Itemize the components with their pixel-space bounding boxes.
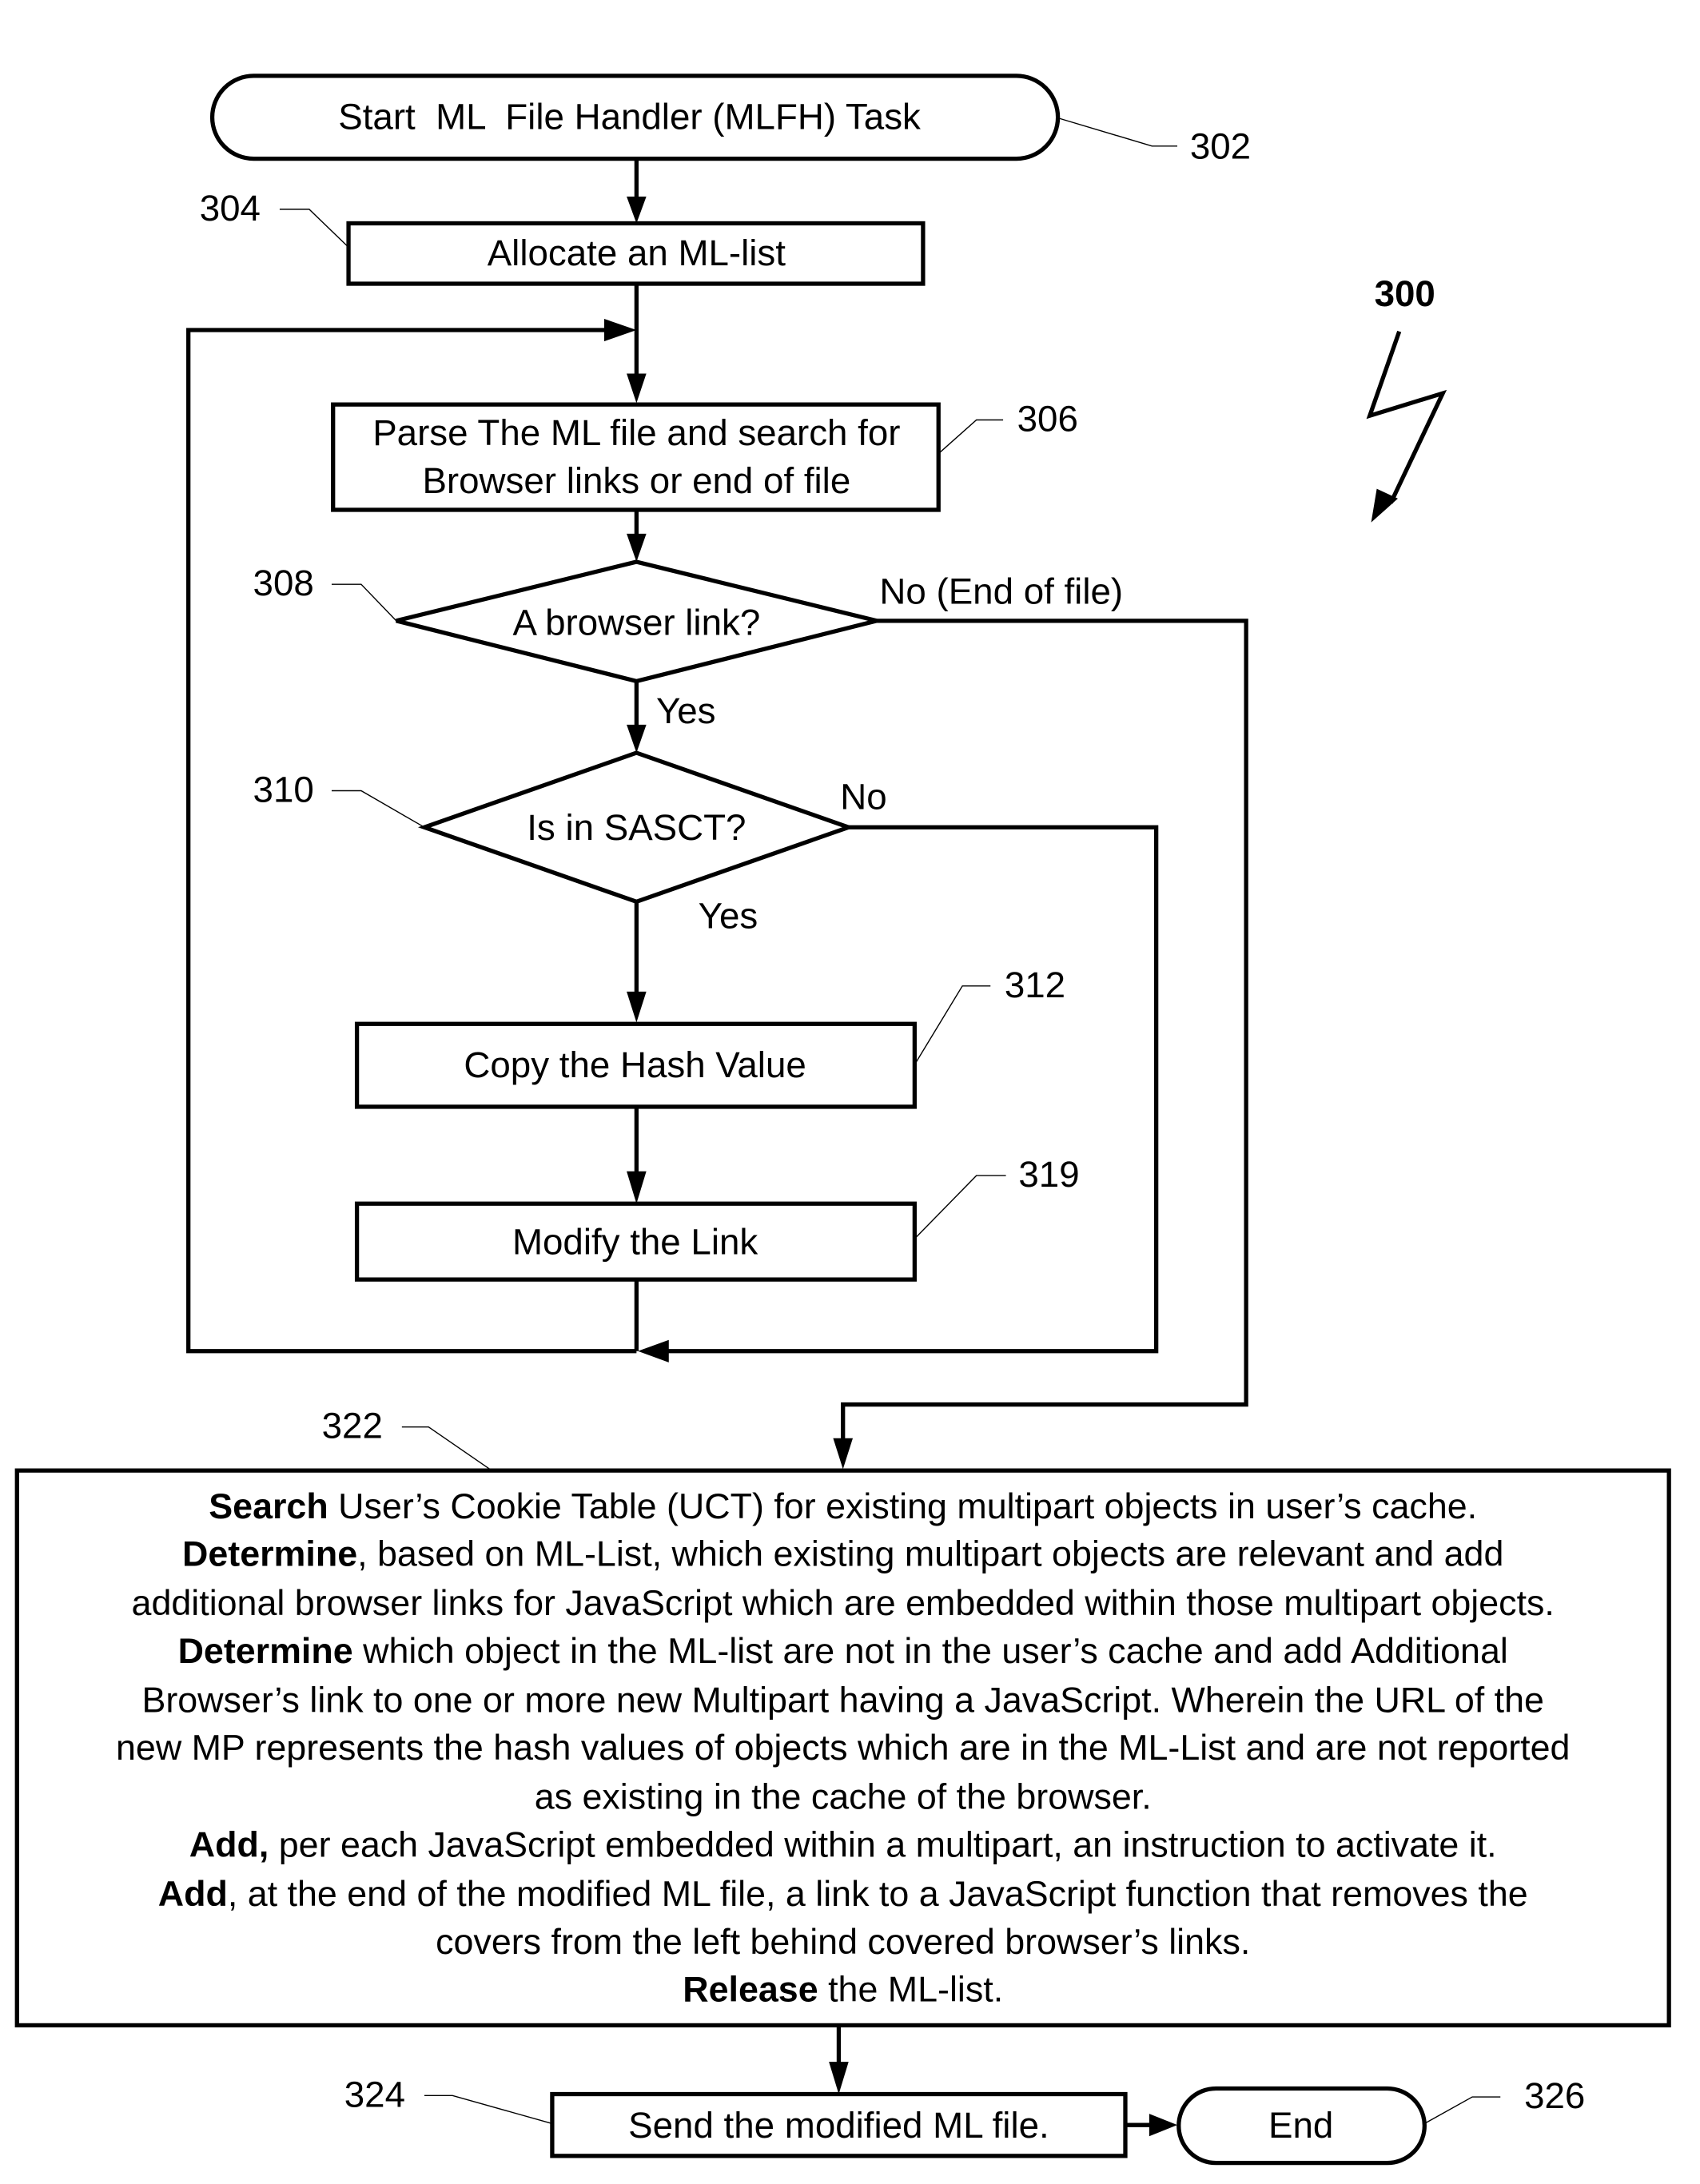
arrowhead-icon: [627, 533, 647, 563]
ref-label-326: 326: [1524, 2075, 1585, 2116]
figure-number: 300: [1375, 273, 1435, 314]
process-line: Determine which object in the ML-list ar…: [178, 1631, 1508, 1671]
ref-label-304: 304: [200, 188, 261, 229]
modify-link-step: Modify the Link: [354, 1201, 917, 1282]
is-browser-link-label: A browser link?: [512, 602, 760, 642]
arrowhead-icon: [833, 1438, 854, 1470]
flowchart-300: Start ML File Handler (MLFH) Task 302 Al…: [14, 74, 1671, 2166]
allocate-step-label: Allocate an ML-list: [488, 233, 786, 273]
arrowhead-icon: [627, 197, 647, 224]
allocate-step: Allocate an ML-list: [346, 221, 926, 286]
process-line: Release the ML-list.: [683, 1970, 1003, 2010]
ref-leader-310: [331, 790, 425, 828]
end-terminal-label: End: [1268, 2105, 1333, 2146]
process-line: Add, at the end of the modified ML file,…: [158, 1874, 1528, 1914]
ref-leader-319: [914, 1175, 1006, 1239]
figure-pointer-arrow-icon: [1366, 330, 1447, 523]
figure-pointer-line: [1366, 330, 1447, 504]
ref-leader-308: [331, 583, 397, 622]
is-in-sasct-decision: Is in SASCT?: [418, 750, 855, 905]
arrowhead-icon: [627, 1171, 647, 1204]
process-line: new MP represents the hash values of obj…: [116, 1728, 1570, 1768]
ref-label-310: 310: [253, 770, 314, 810]
arrowhead-icon: [1149, 2114, 1178, 2137]
ref-leader-302: [1057, 117, 1178, 147]
ref-leader-312: [914, 985, 991, 1065]
process-line: Browser’s link to one or more new Multip…: [141, 1680, 1544, 1720]
process-line: Search User’s Cookie Table (UCT) for exi…: [209, 1486, 1477, 1526]
arrowhead-icon: [627, 991, 647, 1023]
ref-label-319: 319: [1018, 1154, 1079, 1195]
process-line: additional browser links for JavaScript …: [132, 1583, 1555, 1623]
send-step: Send the modified ML file.: [550, 2091, 1128, 2158]
process-line: covers from the left behind covered brow…: [436, 1922, 1250, 1962]
parse-step-label-line-2: Browser links or end of file: [422, 460, 850, 501]
start-terminal-label: Start ML File Handler (MLFH) Task: [338, 97, 921, 137]
ref-leader-326: [1423, 2096, 1501, 2125]
arrowhead-icon: [638, 1339, 669, 1363]
process-line: Add, per each JavaScript embedded within…: [189, 1824, 1497, 1864]
ref-leader-322: [401, 1426, 492, 1471]
arrowhead-icon: [829, 2062, 849, 2094]
ref-label-324: 324: [344, 2074, 405, 2114]
arrowhead-icon: [627, 373, 647, 404]
copy-hash-step-label: Copy the Hash Value: [464, 1044, 806, 1085]
ref-leader-304: [279, 209, 349, 248]
end-terminal: End: [1176, 2086, 1427, 2166]
ref-label-302: 302: [1190, 126, 1251, 167]
ref-label-308: 308: [253, 563, 314, 603]
process-line: Determine, based on ML-List, which exist…: [182, 1534, 1503, 1574]
is-browser-link-decision: A browser link?: [396, 559, 878, 684]
ref-label-306: 306: [1017, 399, 1078, 440]
modify-link-step-label: Modify the Link: [512, 1221, 758, 1262]
start-terminal: Start ML File Handler (MLFH) Task: [209, 74, 1061, 161]
ref-label-312: 312: [1005, 965, 1065, 1005]
process-step: Search User’s Cookie Table (UCT) for exi…: [14, 1468, 1671, 2028]
edge-label-in-sasct-no: No: [840, 776, 886, 817]
process-line: as existing in the cache of the browser.: [535, 1777, 1152, 1817]
copy-hash-step: Copy the Hash Value: [354, 1021, 917, 1109]
ref-leader-324: [424, 2094, 553, 2125]
edge-label-is-link-yes: Yes: [656, 690, 716, 731]
edge-label-is-link-no: No (End of file): [879, 571, 1123, 612]
is-in-sasct-label: Is in SASCT?: [527, 807, 746, 848]
edge-label-in-sasct-yes: Yes: [699, 896, 758, 937]
arrowhead-icon: [627, 724, 647, 754]
parse-step: Parse The ML file and search for Browser…: [331, 402, 941, 512]
parse-step-label-line-1: Parse The ML file and search for: [372, 412, 900, 453]
arrowhead-icon: [603, 318, 637, 342]
ref-leader-306: [938, 419, 1004, 455]
send-step-label: Send the modified ML file.: [628, 2105, 1049, 2146]
ref-label-322: 322: [322, 1406, 383, 1446]
